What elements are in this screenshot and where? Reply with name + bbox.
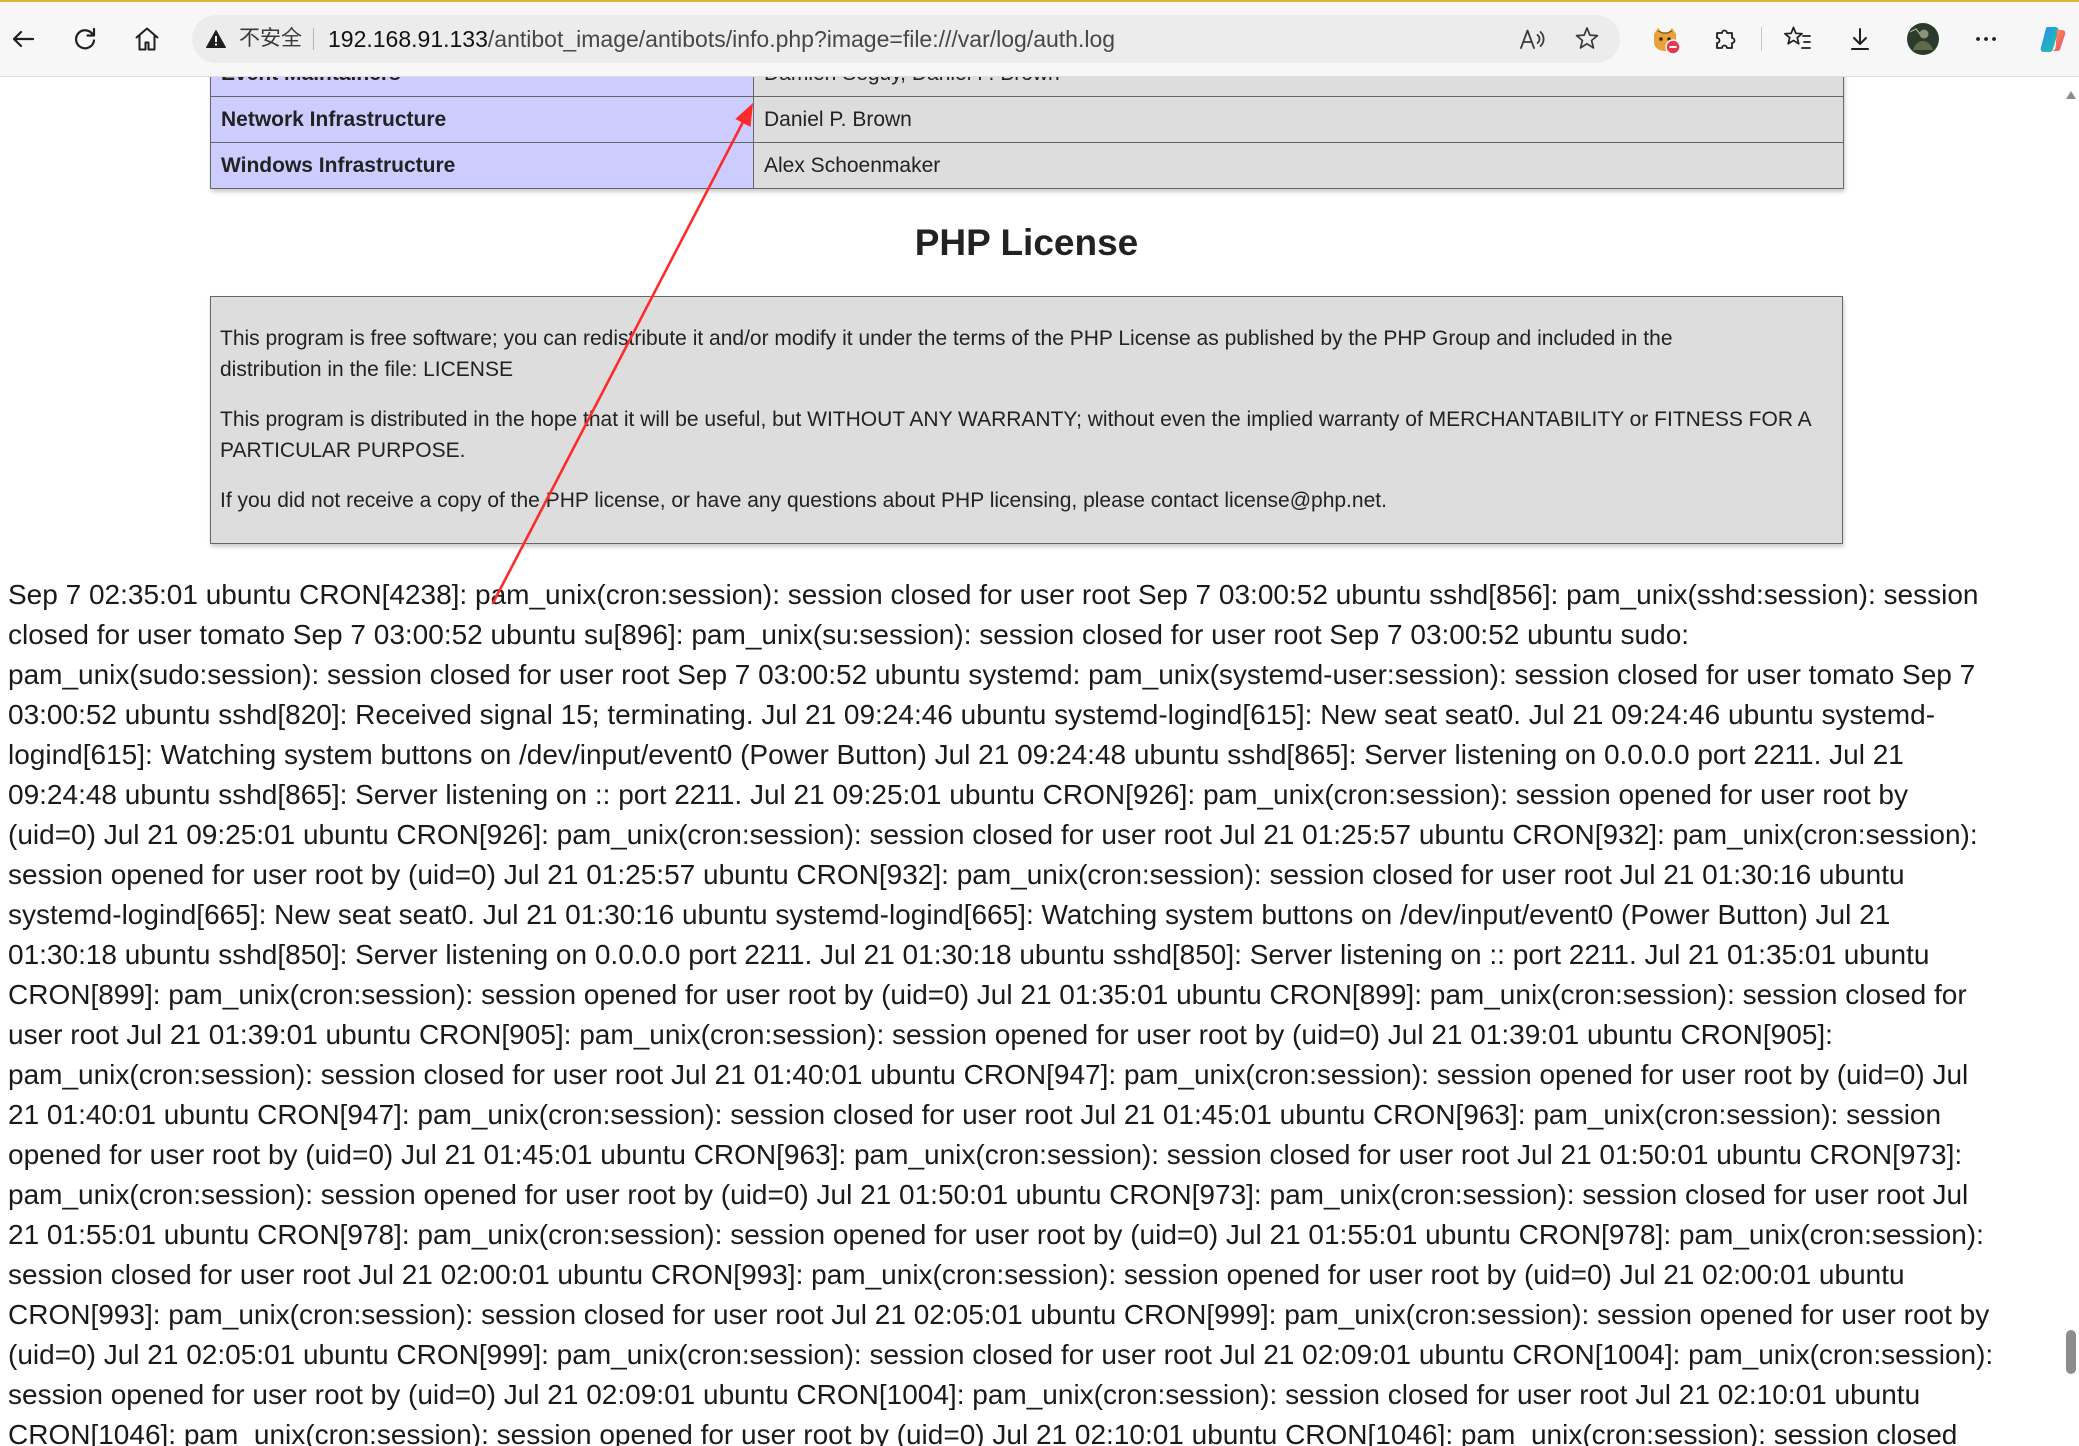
- log-line: pam_unix(cron:session): session opened f…: [8, 1179, 1969, 1210]
- log-line: logind[615]: Watching system buttons on …: [8, 739, 1904, 770]
- downloads-button[interactable]: [1845, 24, 1875, 54]
- refresh-icon: [74, 27, 96, 50]
- puzzle-icon: [1716, 29, 1736, 49]
- table-row: Windows Infrastructure Alex Schoenmaker: [210, 142, 1844, 189]
- security-status-label[interactable]: 不安全: [239, 15, 302, 63]
- license-paragraph: This program is free software; you can r…: [220, 324, 1832, 385]
- extension-button[interactable]: [1649, 23, 1681, 55]
- favorites-button[interactable]: [1783, 24, 1813, 54]
- read-aloud-icon: [1520, 29, 1545, 49]
- more-button[interactable]: [1971, 24, 2001, 54]
- add-favorite-button[interactable]: [1573, 25, 1601, 53]
- read-aloud-button[interactable]: [1518, 25, 1546, 53]
- license-box: This program is free software; you can r…: [210, 296, 1843, 544]
- log-line: (uid=0) Jul 21 09:25:01 ubuntu CRON[926]…: [8, 819, 1978, 850]
- log-line: closed for user tomato Sep 7 03:00:52 ub…: [8, 619, 1690, 650]
- home-icon: [135, 27, 159, 51]
- log-line: session closed for user root Jul 21 02:0…: [8, 1259, 1905, 1290]
- log-line: pam_unix(sudo:session): session closed f…: [8, 659, 1976, 690]
- back-arrow-icon: [12, 30, 35, 48]
- download-icon: [1851, 28, 1869, 50]
- extension-blocked-icon: [1654, 28, 1681, 55]
- license-line: This program is distributed in the hope …: [220, 408, 1812, 431]
- copilot-icon: [2040, 27, 2066, 52]
- favorites-icon: [1784, 26, 1811, 49]
- log-line: Sep 7 02:35:01 ubuntu CRON[4238]: pam_un…: [8, 579, 1979, 610]
- url-text[interactable]: 192.168.91.133/antibot_image/antibots/in…: [328, 15, 1115, 63]
- log-line: pam_unix(cron:session): session closed f…: [8, 1059, 1969, 1090]
- log-line: 21 01:40:01 ubuntu CRON[947]: pam_unix(c…: [8, 1099, 1942, 1130]
- credits-label: Windows Infrastructure: [210, 142, 754, 189]
- scrollbar-thumb[interactable]: [2066, 1330, 2076, 1374]
- license-line: This program is free software; you can r…: [220, 327, 1673, 350]
- license-line: distribution in the file: LICENSE: [220, 357, 513, 381]
- scroll-up-arrow-icon[interactable]: [2066, 91, 2076, 99]
- window-accent-border: [0, 0, 2079, 2]
- refresh-button[interactable]: [70, 24, 100, 54]
- address-bar[interactable]: 不安全 192.168.91.133/antibot_image/antibot…: [192, 15, 1620, 63]
- profile-button[interactable]: [1907, 23, 1939, 55]
- address-bar-divider: [313, 28, 314, 50]
- back-button[interactable]: [8, 24, 38, 54]
- log-line: CRON[993]: pam_unix(cron:session): sessi…: [8, 1299, 1990, 1330]
- log-line: CRON[899]: pam_unix(cron:session): sessi…: [8, 979, 1967, 1010]
- license-heading: PHP License: [914, 222, 1139, 263]
- home-button[interactable]: [132, 24, 162, 54]
- license-line: If you did not receive a copy of the PHP…: [220, 489, 1387, 512]
- license-paragraph: If you did not receive a copy of the PHP…: [220, 486, 1832, 517]
- log-line: opened for user root by (uid=0) Jul 21 0…: [8, 1139, 1963, 1170]
- log-line: user root Jul 21 01:39:01 ubuntu CRON[90…: [8, 1019, 1833, 1050]
- license-line: PARTICULAR PURPOSE.: [220, 438, 466, 462]
- log-line: (uid=0) Jul 21 02:05:01 ubuntu CRON[999]…: [8, 1339, 1994, 1370]
- warning-triangle-icon[interactable]: [205, 28, 227, 50]
- url-host: 192.168.91.133: [328, 26, 488, 52]
- log-line: 21 01:55:01 ubuntu CRON[978]: pam_unix(c…: [8, 1219, 1984, 1250]
- star-icon: [1575, 27, 1599, 49]
- browser-toolbar: 不安全 192.168.91.133/antibot_image/antibot…: [0, 0, 2079, 77]
- credits-value: Daniel P. Brown: [753, 96, 1844, 143]
- log-line: systemd-logind[665]: New seat seat0. Jul…: [8, 899, 1891, 930]
- extensions-button[interactable]: [1711, 24, 1741, 54]
- log-line: 09:24:48 ubuntu sshd[865]: Server listen…: [8, 779, 1908, 810]
- auth-log-output: Sep 7 02:35:01 ubuntu CRON[4238]: pam_un…: [8, 575, 2060, 1446]
- log-line: CRON[1046]: pam_unix(cron:session): sess…: [8, 1419, 1958, 1446]
- table-row: Network Infrastructure Daniel P. Brown: [210, 96, 1844, 143]
- log-line: session opened for user root by (uid=0) …: [8, 859, 1905, 890]
- log-line: 03:00:52 ubuntu sshd[820]: Received sign…: [8, 699, 1936, 730]
- log-line: 01:30:18 ubuntu sshd[850]: Server listen…: [8, 939, 1930, 970]
- copilot-button[interactable]: [2038, 24, 2068, 54]
- more-dots-icon: [1976, 37, 1996, 41]
- url-path: /antibot_image/antibots/info.php?image=f…: [487, 26, 1116, 52]
- credits-value: Alex Schoenmaker: [753, 142, 1844, 189]
- license-paragraph: This program is distributed in the hope …: [220, 405, 1832, 466]
- toolbar-divider: [1761, 27, 1762, 51]
- avatar-icon: [1907, 23, 1939, 55]
- log-line: session opened for user root by (uid=0) …: [8, 1379, 1921, 1410]
- credits-label: Network Infrastructure: [210, 96, 754, 143]
